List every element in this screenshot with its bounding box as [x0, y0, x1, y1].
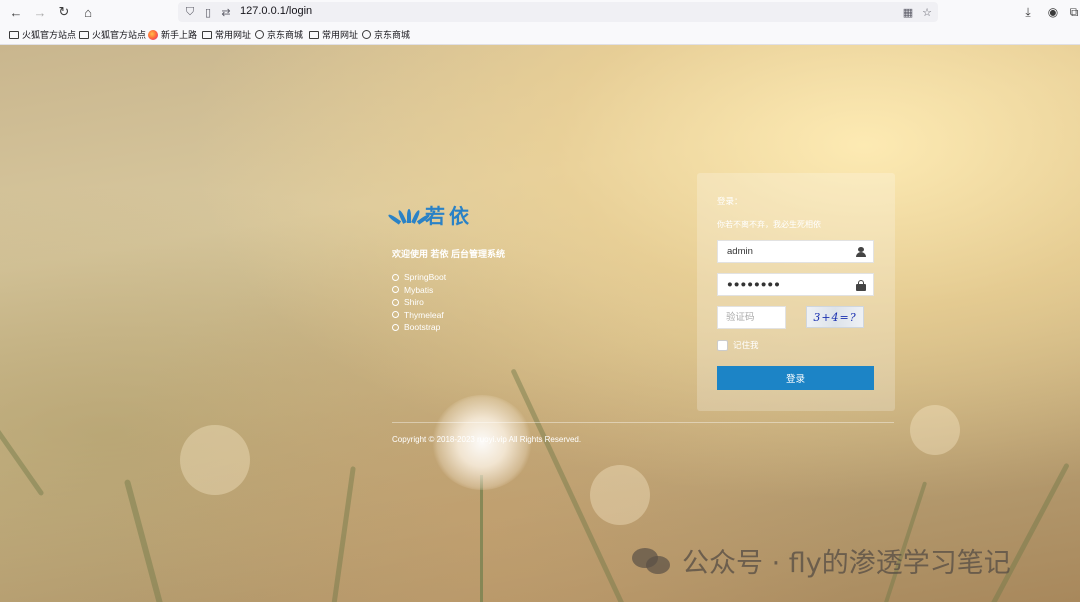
login-title: 登录：	[717, 196, 743, 206]
bookmark-item[interactable]: 京东商城	[362, 28, 410, 41]
list-item: Bootstrap	[392, 321, 446, 334]
bookmark-item[interactable]: 京东商城	[255, 28, 303, 41]
logo-text: 若依	[425, 206, 473, 228]
circle-bullet-icon	[392, 323, 399, 331]
footer-divider	[392, 422, 894, 423]
permissions-icon[interactable]: ⇄	[218, 4, 234, 20]
lock-icon	[856, 280, 866, 291]
wechat-watermark: 公众号 · fly的渗透学习笔记	[632, 541, 1011, 580]
background-grass	[123, 478, 166, 602]
qr-code-icon[interactable]: ▦	[900, 4, 916, 20]
bookmark-item[interactable]: 火狐官方站点	[79, 28, 146, 41]
password-field[interactable]	[717, 273, 874, 296]
url-text[interactable]: 127.0.0.1/login	[240, 5, 312, 17]
circle-bullet-icon	[392, 273, 399, 281]
firefox-icon	[148, 29, 158, 40]
extensions-icon[interactable]: ⧉	[1064, 2, 1080, 22]
browser-toolbar: ← → ↻ ⌂ ⛉ ▯ ⇄ 127.0.0.1/login ▦ ☆ ⤓ ◉ ⧉	[0, 0, 1080, 24]
welcome-heading: 欢迎使用 若依 后台管理系统	[392, 249, 506, 259]
bookmark-label: 京东商城	[267, 30, 304, 40]
circle-bullet-icon	[392, 311, 399, 319]
account-icon[interactable]: ◉	[1043, 2, 1063, 22]
tech-list: SpringBoot Mybatis Shiro Thymeleaf Boots…	[392, 271, 446, 334]
bookmark-item[interactable]: 常用网址	[309, 28, 358, 41]
bookmark-label: 京东商城	[374, 30, 411, 40]
bookmark-label: 火狐官方站点	[92, 30, 147, 40]
list-item: Shiro	[392, 296, 446, 309]
background-grass	[990, 462, 1070, 602]
bookmarks-bar: 火狐官方站点 火狐官方站点 新手上路 常用网址 京东商城 常用网址 京东商城	[0, 24, 1080, 45]
globe-icon	[255, 30, 264, 39]
list-item: SpringBoot	[392, 271, 446, 284]
captcha-input[interactable]	[718, 307, 785, 328]
captcha-image[interactable]: 3+4=?	[806, 306, 864, 328]
background-bokeh	[180, 425, 250, 495]
list-item: Thymeleaf	[392, 309, 446, 322]
bookmark-label: 火狐官方站点	[22, 30, 77, 40]
login-subtitle: 你若不离不弃，我必生死相依	[717, 220, 821, 229]
back-arrow-icon[interactable]: ←	[5, 1, 27, 23]
download-icon[interactable]: ⤓	[1018, 2, 1038, 22]
address-bar[interactable]: ⛉ ▯ ⇄ 127.0.0.1/login ▦ ☆	[178, 2, 938, 22]
background-grass	[330, 466, 356, 602]
reload-icon[interactable]: ↻	[53, 1, 75, 23]
ruoyi-logo: 若依	[387, 200, 473, 229]
background-grass	[0, 329, 45, 497]
bookmark-item[interactable]: 新手上路	[148, 28, 197, 41]
background-bokeh	[910, 405, 960, 455]
globe-icon	[362, 30, 371, 39]
circle-bullet-icon	[392, 286, 399, 294]
captcha-field[interactable]	[717, 306, 786, 329]
password-input[interactable]	[718, 274, 846, 295]
bookmark-label: 常用网址	[215, 30, 252, 40]
list-item: Mybatis	[392, 284, 446, 297]
folder-icon	[309, 30, 319, 39]
remember-label: 记住我	[733, 340, 759, 350]
bookmark-star-icon[interactable]: ☆	[919, 4, 935, 20]
wechat-icon	[632, 546, 672, 576]
remember-checkbox[interactable]	[717, 339, 728, 351]
user-icon	[856, 247, 866, 257]
login-form: 登录： 你若不离不弃，我必生死相依 3+4=? 记住我 登录	[697, 173, 895, 411]
login-page: 若依 欢迎使用 若依 后台管理系统 SpringBoot Mybatis Shi…	[0, 45, 1080, 602]
circle-bullet-icon	[392, 298, 399, 306]
page-icon: ▯	[204, 6, 212, 19]
background-bokeh	[590, 465, 650, 525]
remember-me[interactable]: 记住我	[717, 339, 759, 351]
username-field[interactable]	[717, 240, 874, 263]
login-button[interactable]: 登录	[717, 366, 874, 390]
username-input[interactable]	[718, 241, 846, 262]
bookmark-item[interactable]: 常用网址	[202, 28, 251, 41]
folder-icon	[9, 30, 19, 39]
bookmark-label: 常用网址	[322, 30, 359, 40]
bookmark-label: 新手上路	[161, 30, 198, 40]
dandelion-stem	[480, 475, 483, 602]
shield-icon[interactable]: ⛉	[182, 4, 198, 20]
folder-icon	[202, 30, 212, 39]
bookmark-item[interactable]: 火狐官方站点	[9, 28, 76, 41]
copyright-text: Copyright © 2018-2023 ruoyi.vip All Righ…	[392, 435, 582, 444]
home-icon[interactable]: ⌂	[77, 1, 99, 23]
folder-icon	[79, 30, 89, 39]
forward-arrow-icon[interactable]: →	[29, 1, 51, 23]
leaf-logo-icon	[387, 205, 431, 225]
watermark-text: 公众号 · fly的渗透学习笔记	[682, 548, 1011, 579]
